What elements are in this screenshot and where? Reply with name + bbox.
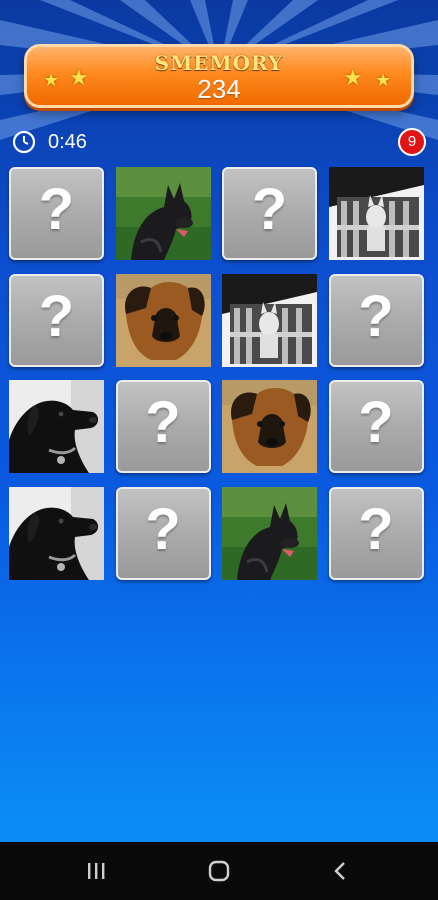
memory-card-hidden[interactable]: ? xyxy=(9,167,104,260)
star-icon: ★ xyxy=(375,70,392,90)
question-mark-icon: ? xyxy=(145,496,181,562)
memory-card-hidden[interactable]: ? xyxy=(115,380,211,473)
memory-card-husky-on-balcony[interactable] xyxy=(328,167,424,260)
memory-card-hidden[interactable]: ? xyxy=(328,486,424,580)
black-shepherd-dog-image xyxy=(115,167,211,260)
home-icon[interactable] xyxy=(205,859,233,883)
memory-card-hidden[interactable]: ? xyxy=(222,167,317,260)
question-mark-icon: ? xyxy=(358,283,394,349)
black-labrador-image xyxy=(9,380,104,473)
husky-on-balcony-image xyxy=(328,167,424,260)
clock-icon xyxy=(12,130,36,154)
score-banner: SMEMORY 234 ★ ★ ★ ★ xyxy=(24,44,414,108)
timer: 0:46 xyxy=(12,128,87,156)
black-shepherd-dog-image xyxy=(222,486,317,580)
memory-card-black-labrador[interactable] xyxy=(9,486,104,580)
black-labrador-image xyxy=(9,486,104,580)
question-mark-icon: ? xyxy=(38,177,75,242)
moves-badge: 9 xyxy=(398,128,426,156)
question-mark-icon: ? xyxy=(38,283,75,349)
question-mark-icon: ? xyxy=(251,177,288,242)
recent-apps-icon[interactable] xyxy=(82,859,110,883)
question-mark-icon: ? xyxy=(358,496,394,562)
star-icon: ★ xyxy=(43,70,60,90)
memory-card-german-shepherd-puppy[interactable] xyxy=(115,273,211,367)
memory-card-black-shepherd-dog[interactable] xyxy=(115,167,211,260)
memory-card-black-labrador[interactable] xyxy=(9,380,104,473)
husky-on-balcony-image xyxy=(222,273,317,367)
question-mark-icon: ? xyxy=(145,390,181,455)
timer-text: 0:46 xyxy=(48,130,87,153)
german-shepherd-puppy-image xyxy=(115,273,211,367)
memory-card-hidden[interactable]: ? xyxy=(328,273,424,367)
memory-card-black-shepherd-dog[interactable] xyxy=(222,486,317,580)
question-mark-icon: ? xyxy=(358,390,394,455)
back-icon[interactable] xyxy=(326,859,354,883)
star-icon: ★ xyxy=(343,65,363,90)
german-shepherd-puppy-image xyxy=(222,380,317,473)
system-nav-bar xyxy=(0,842,438,900)
memory-card-hidden[interactable]: ? xyxy=(9,273,104,367)
star-icon: ★ xyxy=(69,65,89,90)
memory-card-german-shepherd-puppy[interactable] xyxy=(222,380,317,473)
memory-card-hidden[interactable]: ? xyxy=(328,380,424,473)
memory-card-husky-on-balcony[interactable] xyxy=(222,273,317,367)
memory-card-hidden[interactable]: ? xyxy=(115,486,211,580)
